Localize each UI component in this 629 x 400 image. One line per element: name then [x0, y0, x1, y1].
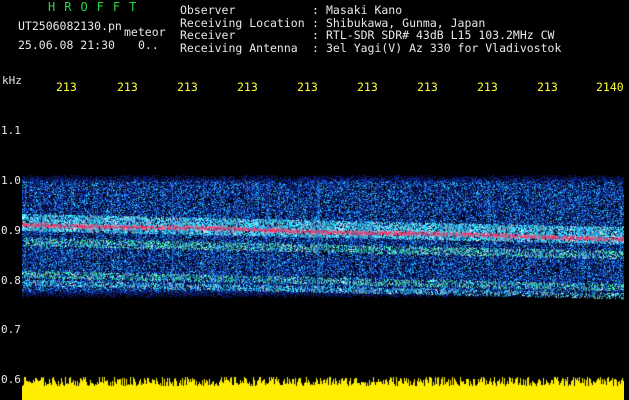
x-tick-label: 213 — [357, 80, 378, 94]
info-colon: : — [312, 28, 319, 42]
x-tick-label: 213 — [297, 80, 318, 94]
date-time: 25.06.08 21:30 — [18, 38, 115, 52]
file-name: UT2506082130.pn — [18, 19, 122, 33]
info-label: Receiving Antenna — [180, 40, 298, 55]
spectrogram-screen: HROFFT UT2506082130.pn meteor 25.06.08 2… — [0, 0, 629, 400]
x-tick-label: 213 — [56, 80, 77, 94]
y-tick-label: 0.6 — [1, 373, 21, 386]
info-row-receiver: Receiver : RTL-SDR SDR# 43dB L15 103.2MH… — [180, 29, 561, 42]
x-tick-label: 213 — [237, 80, 258, 94]
meteor-count: 0.. — [138, 38, 159, 52]
info-row-antenna: Receiving Antenna : 3el Yagi(V) Az 330 f… — [180, 40, 562, 55]
info-colon: : — [312, 3, 319, 17]
x-tick-label: 213 — [117, 80, 138, 94]
info-label: Observer — [180, 3, 236, 17]
x-tick-label: 213 — [477, 80, 498, 94]
y-tick-label: 0.8 — [1, 274, 21, 287]
app-title: HROFFT — [48, 0, 146, 14]
info-label: Receiver — [180, 28, 236, 42]
x-tick-label: 213 — [537, 80, 558, 94]
x-tick-label: 2140 — [596, 80, 624, 94]
y-tick-label: 0.7 — [1, 323, 21, 336]
spectrogram-plot — [22, 96, 624, 400]
y-axis-unit: kHz — [2, 74, 22, 87]
info-row-observer: Observer : Masaki Kano — [180, 4, 561, 17]
info-value: RTL-SDR SDR# 43dB L15 103.2MHz CW — [326, 28, 555, 42]
info-value: Masaki Kano — [326, 3, 403, 17]
y-tick-label: 1.1 — [1, 124, 21, 137]
x-tick-label: 213 — [177, 80, 198, 94]
meteor-label: meteor — [124, 25, 166, 39]
info-value: 3el Yagi(V) Az 330 for Vladivostok — [326, 40, 562, 55]
station-info: Observer : Masaki Kano Receiving Locatio… — [180, 4, 561, 54]
y-tick-label: 1.0 — [1, 174, 21, 187]
y-tick-label: 0.9 — [1, 224, 21, 237]
x-tick-label: 213 — [417, 80, 438, 94]
info-colon: : — [312, 40, 319, 55]
